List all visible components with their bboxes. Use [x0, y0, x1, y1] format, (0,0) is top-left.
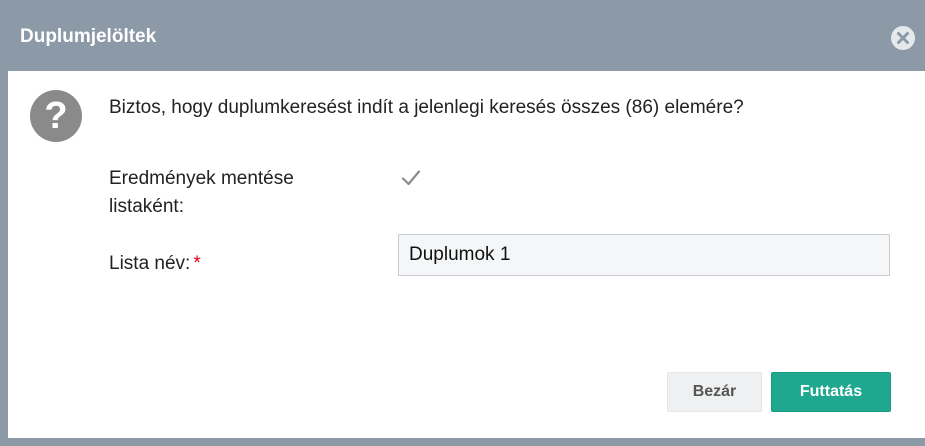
close-icon[interactable]: [891, 26, 915, 50]
confirmation-message: Biztos, hogy duplumkeresést indít a jele…: [109, 97, 744, 118]
close-button[interactable]: Bezár: [667, 372, 762, 412]
question-icon: ?: [30, 90, 82, 142]
save-as-list-checkbox[interactable]: [401, 168, 421, 188]
checkmark-icon: [401, 170, 421, 186]
list-name-label: Lista név: *: [109, 253, 201, 275]
save-as-list-label: Eredmények mentése listaként:: [109, 168, 294, 217]
list-name-label-text: Lista név:: [109, 253, 191, 274]
list-name-input[interactable]: [398, 234, 890, 276]
required-marker: *: [193, 253, 201, 274]
run-button[interactable]: Futtatás: [771, 372, 891, 412]
duplicate-candidates-dialog: Duplumjelöltek ? Biztos, hogy duplumkere…: [8, 8, 925, 438]
dialog-title: Duplumjelöltek: [20, 26, 157, 47]
dialog-titlebar: Duplumjelöltek: [8, 8, 925, 71]
